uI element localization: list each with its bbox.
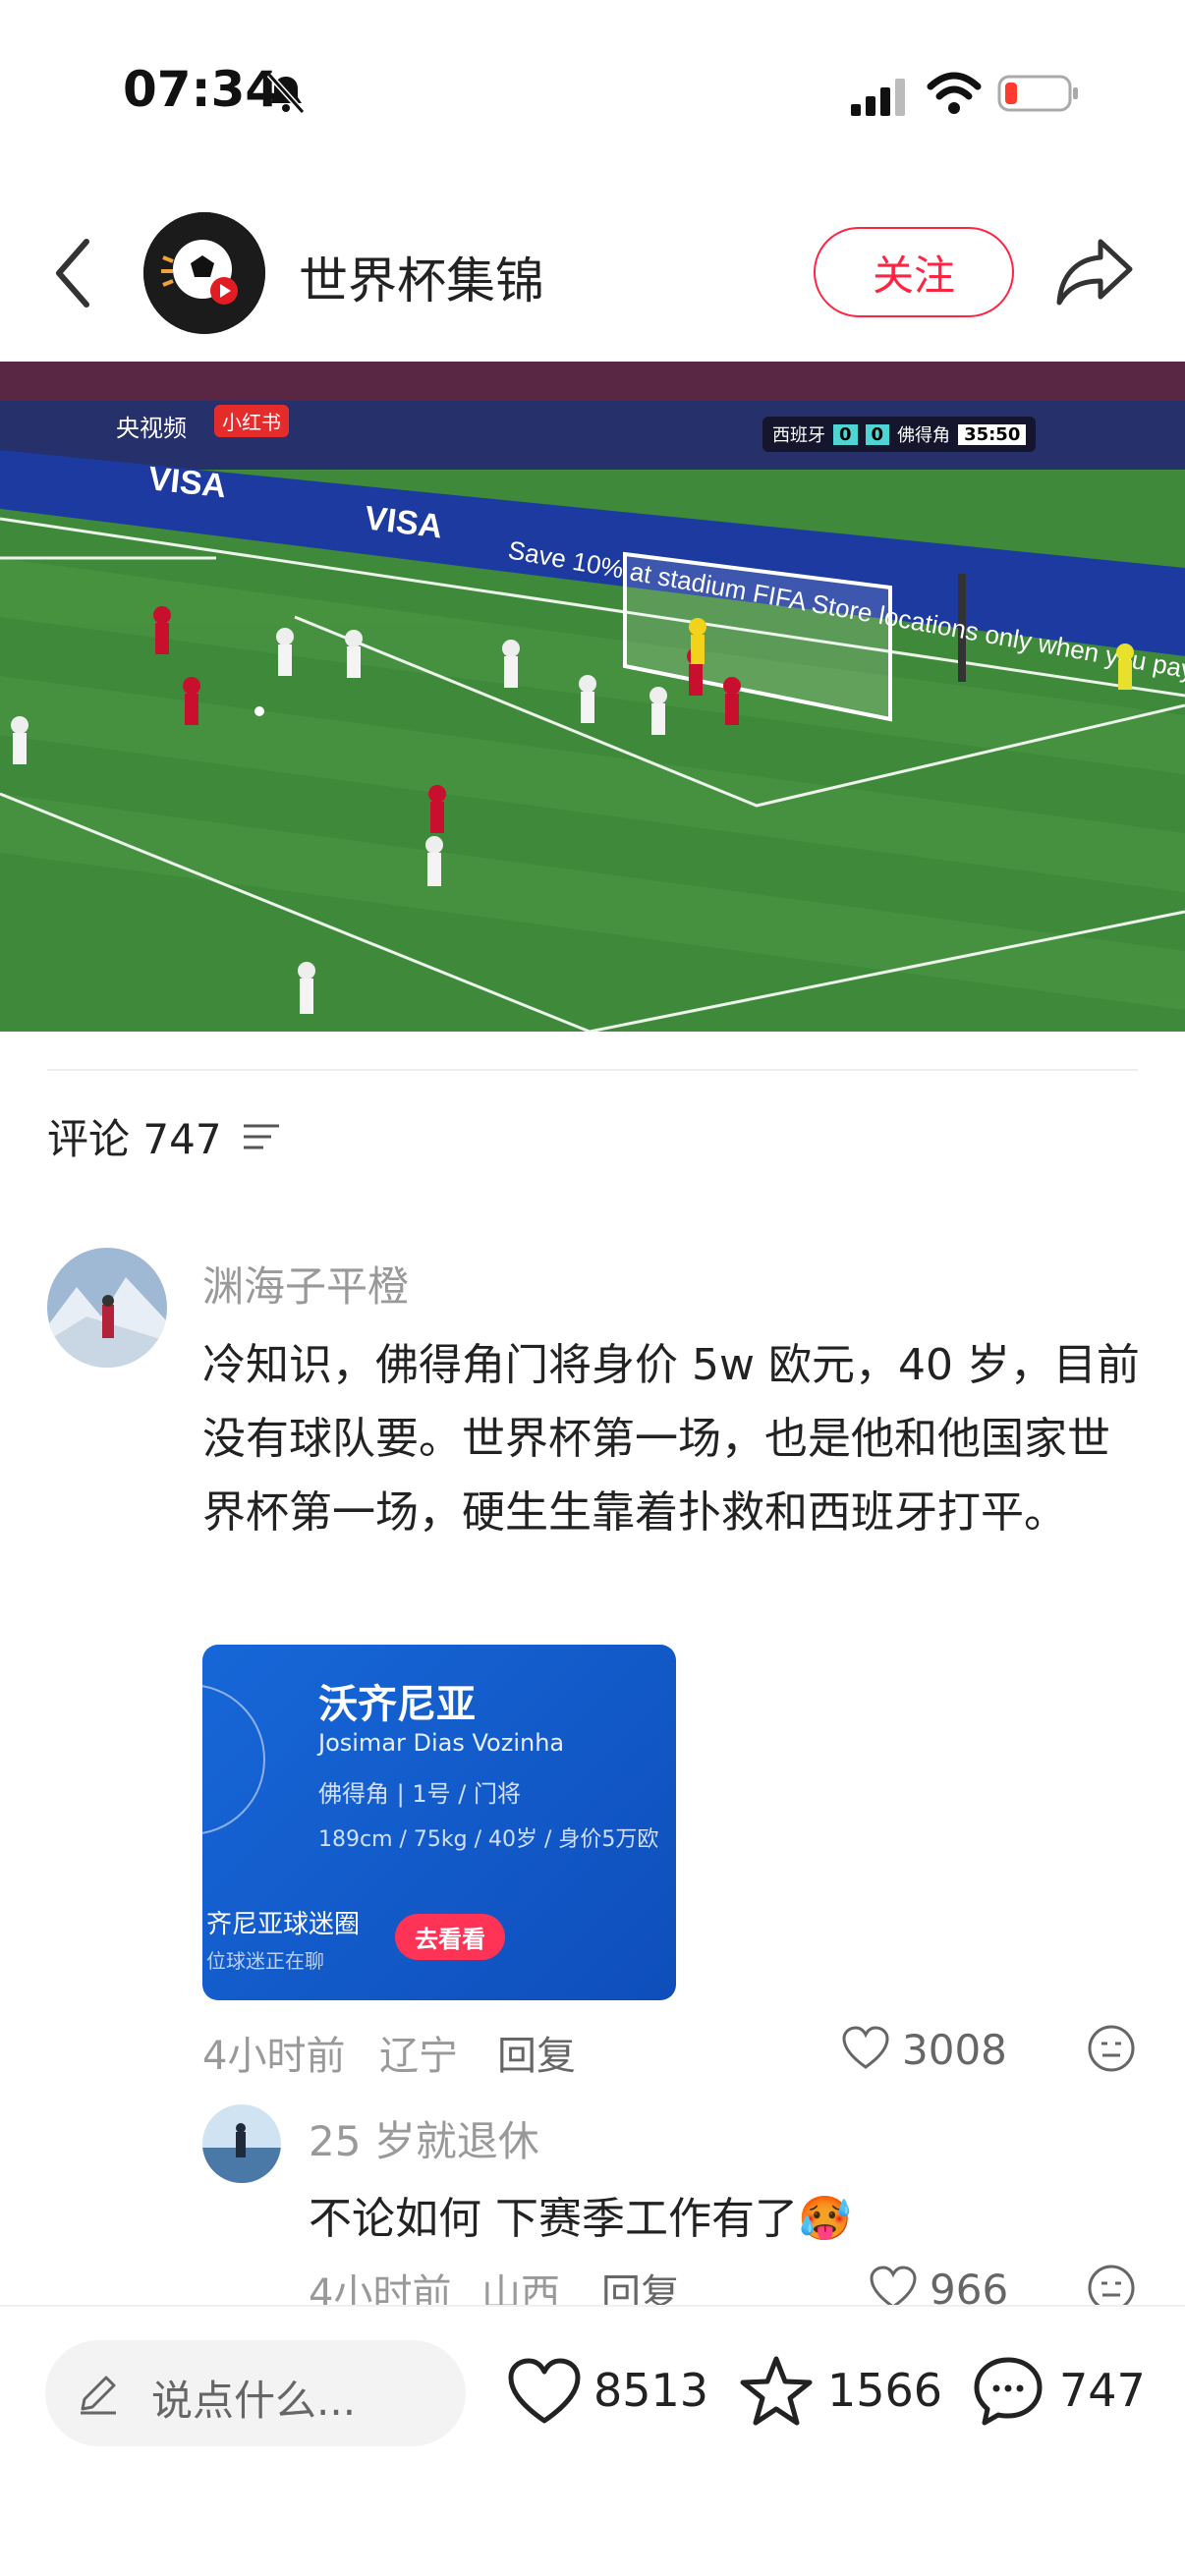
author-name[interactable]: 世界杯集锦 — [299, 242, 544, 312]
home-score: 0 — [833, 423, 858, 445]
football-pitch-image: VISA VISA Save 10% at stadium FIFA Store… — [0, 362, 1185, 1032]
comments-count: 747 — [142, 1115, 222, 1163]
status-time: 07:34 — [123, 61, 280, 118]
commenter-avatar[interactable] — [47, 1248, 167, 1368]
reply-user-name[interactable]: 25 岁就退休 — [309, 2108, 539, 2168]
section-divider — [47, 1069, 1138, 1071]
player-name: 沃齐尼亚 — [318, 1682, 476, 1727]
home-team: 西班牙 — [772, 425, 825, 446]
away-score: 0 — [865, 423, 890, 445]
reply-button[interactable]: 回复 — [497, 2024, 576, 2081]
like-count: 8513 — [593, 2364, 709, 2417]
comment-text: 冷知识，佛得角门将身价 5w 欧元，40 岁，目前没有球队要。世界杯第一场，也是… — [202, 1340, 1140, 1538]
comment-count: 747 — [1059, 2364, 1146, 2417]
emoji-face-icon[interactable] — [1087, 2024, 1136, 2073]
comments-header: 评论 747 — [47, 1106, 222, 1166]
favorite-count: 1566 — [827, 2364, 943, 2417]
wifi-icon — [927, 72, 982, 114]
commenter-name[interactable]: 渊海子平橙 — [202, 1254, 409, 1314]
reply-avatar[interactable] — [202, 2104, 281, 2183]
bottom-divider — [0, 2305, 1185, 2307]
heart-icon[interactable] — [841, 2026, 890, 2071]
fan-circle-sub: 位球迷正在聊 — [206, 1949, 324, 1973]
video-frame[interactable]: VISA VISA Save 10% at stadium FIFA Store… — [0, 362, 1185, 1032]
pencil-icon — [81, 2376, 116, 2415]
comments-label: 评论 — [47, 1115, 131, 1163]
snow-mountain-avatar-icon — [47, 1248, 167, 1368]
view-button[interactable]: 去看看 — [395, 1914, 505, 1960]
player-fullname: Josimar Dias Vozinha — [318, 1729, 565, 1757]
player-stats: 189cm / 75kg / 40岁 / 身价5万欧 — [318, 1827, 659, 1852]
soccer-ball-logo-icon — [143, 212, 265, 334]
follow-button[interactable]: 关注 — [814, 227, 1014, 317]
cctv-watermark: 央视频 — [116, 415, 187, 442]
mute-bell-icon — [266, 72, 306, 115]
player-card[interactable]: 沃齐尼亚 Josimar Dias Vozinha 佛得角 | 1号 / 门将 … — [202, 1645, 676, 2000]
reply-text: 不论如何 下赛季工作有了🥵 — [309, 2194, 852, 2244]
comment-input[interactable]: 说点什么... — [45, 2340, 466, 2446]
match-clock: 35:50 — [958, 423, 1027, 445]
author-avatar[interactable] — [143, 212, 265, 334]
comment-likes: 3008 — [902, 2026, 1007, 2074]
lake-avatar-icon — [202, 2104, 281, 2183]
back-arrow-icon[interactable] — [49, 234, 98, 312]
scoreboard: 西班牙 0 0 佛得角 35:50 — [762, 417, 1037, 452]
comment-placeholder: 说点什么... — [151, 2377, 357, 2425]
comment-location: 辽宁 — [379, 2034, 458, 2079]
cellular-signal-icon — [851, 79, 905, 116]
sort-icon[interactable] — [242, 1120, 281, 1153]
xiaohongshu-watermark: 小红书 — [214, 405, 289, 437]
card-decoration — [202, 1684, 265, 1835]
comment-time: 4小时前 — [202, 2034, 346, 2079]
fan-circle-title: 齐尼亚球迷圈 — [206, 1910, 361, 1939]
battery-low-icon — [997, 75, 1078, 112]
away-team: 佛得角 — [897, 425, 951, 446]
like-heart-icon[interactable] — [507, 2356, 582, 2431]
comment-bubble-icon[interactable] — [971, 2354, 1045, 2429]
player-team: 佛得角 | 1号 / 门将 — [318, 1780, 521, 1808]
favorite-star-icon[interactable] — [739, 2354, 814, 2429]
share-icon[interactable] — [1055, 236, 1134, 307]
